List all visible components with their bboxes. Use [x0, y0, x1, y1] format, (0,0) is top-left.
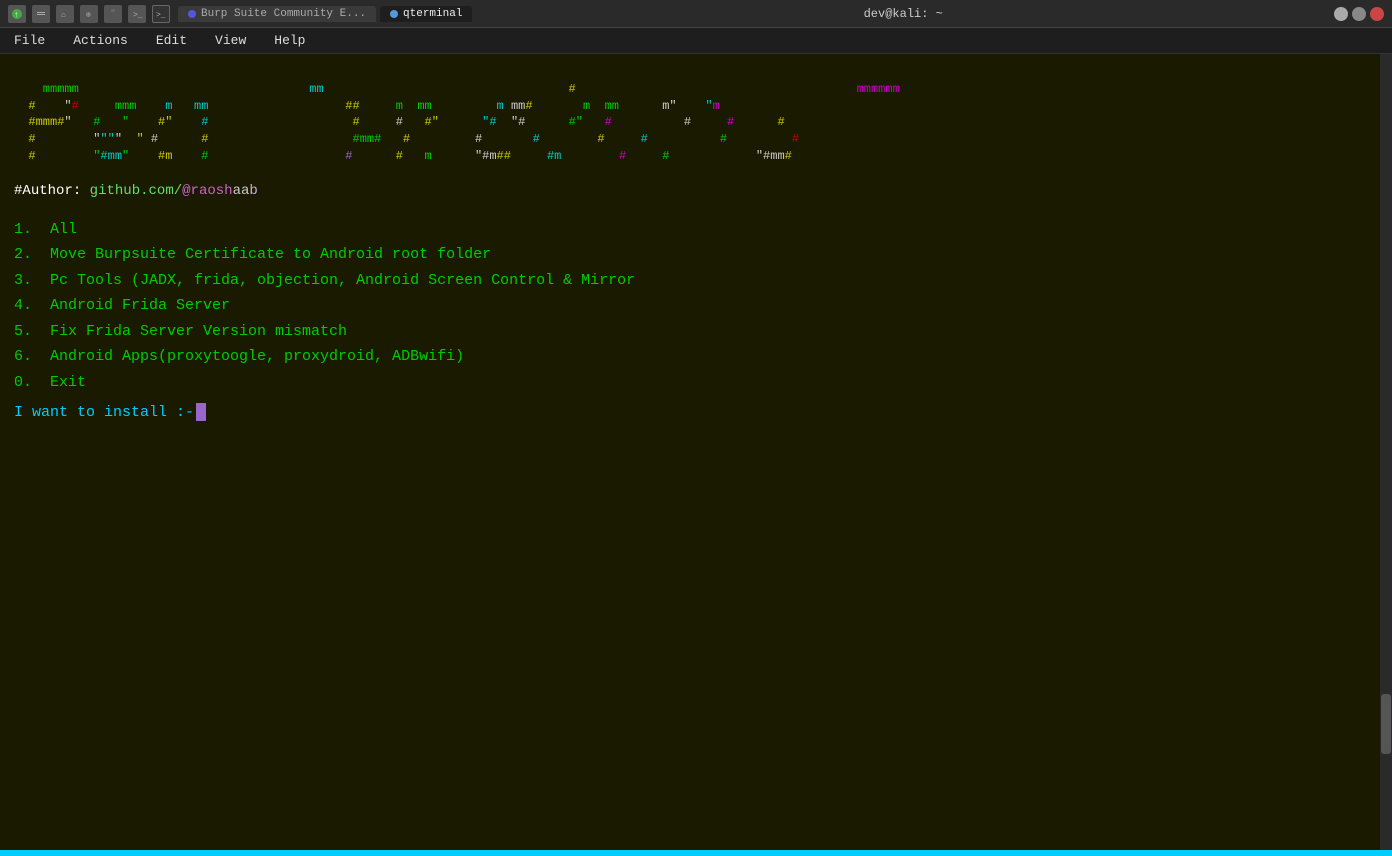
- menu-item-1: 2. Move Burpsuite Certificate to Android…: [14, 246, 491, 263]
- window-icons: ↑ ⌂ ⊕ >_ >_: [8, 5, 170, 23]
- tab-burpsuite[interactable]: Burp Suite Community E...: [178, 6, 376, 22]
- menu-view[interactable]: View: [209, 31, 252, 50]
- svg-text:⊕: ⊕: [86, 11, 91, 20]
- menu-item-0: 1. All: [14, 221, 77, 238]
- tab-bar: Burp Suite Community E... qterminal: [178, 6, 472, 22]
- app-icon-4[interactable]: ⊕: [80, 5, 98, 23]
- menu-item-5: 6. Android Apps(proxytoogle, proxydroid,…: [14, 348, 464, 365]
- title-bar-left: ↑ ⌂ ⊕ >_ >_ Burp Sui: [8, 5, 472, 23]
- prompt-line[interactable]: I want to install :-: [14, 403, 1378, 421]
- app-icon-3[interactable]: ⌂: [56, 5, 74, 23]
- tab-qterminal[interactable]: qterminal: [380, 6, 472, 22]
- title-bar: ↑ ⌂ ⊕ >_ >_ Burp Sui: [0, 0, 1392, 28]
- tab-label-qterminal: qterminal: [403, 8, 462, 20]
- maximize-button[interactable]: [1352, 7, 1366, 21]
- terminal-cursor: [196, 403, 206, 421]
- menu-bar: File Actions Edit View Help: [0, 28, 1392, 54]
- menu-help[interactable]: Help: [268, 31, 311, 50]
- menu-list: 1. All 2. Move Burpsuite Certificate to …: [14, 217, 1378, 396]
- bottom-status-bar: [0, 850, 1392, 856]
- ascii-art-banner: mmmmm mm # mmmmmm # "# mmm m mm ## m mm …: [14, 64, 1378, 165]
- app-icon-1[interactable]: ↑: [8, 5, 26, 23]
- app-icon-terminal[interactable]: >_: [152, 5, 170, 23]
- tab-dot-qterminal: [390, 10, 398, 18]
- menu-item-3: 4. Android Frida Server: [14, 297, 230, 314]
- menu-item-6: 0. Exit: [14, 374, 86, 391]
- app-icon-5[interactable]: [104, 5, 122, 23]
- tab-label-burpsuite: Burp Suite Community E...: [201, 8, 366, 20]
- menu-item-2: 3. Pc Tools (JADX, frida, objection, And…: [14, 272, 635, 289]
- svg-text:↑: ↑: [14, 11, 19, 20]
- app-icon-2[interactable]: [32, 5, 50, 23]
- window-controls: [1334, 7, 1384, 21]
- author-line: #Author: github.com/@raoshaab: [14, 183, 1378, 199]
- menu-edit[interactable]: Edit: [150, 31, 193, 50]
- terminal-area[interactable]: mmmmm mm # mmmmmm # "# mmm m mm ## m mm …: [0, 54, 1392, 856]
- tab-dot-burpsuite: [188, 10, 196, 18]
- svg-text:>_: >_: [133, 11, 143, 20]
- menu-file[interactable]: File: [8, 31, 51, 50]
- menu-actions[interactable]: Actions: [67, 31, 134, 50]
- scrollbar[interactable]: [1380, 54, 1392, 856]
- prompt-text: I want to install :-: [14, 404, 194, 421]
- svg-text:⌂: ⌂: [61, 11, 66, 20]
- minimize-button[interactable]: [1334, 7, 1348, 21]
- menu-item-4: 5. Fix Frida Server Version mismatch: [14, 323, 347, 340]
- svg-text:>_: >_: [156, 11, 166, 20]
- close-button[interactable]: [1370, 7, 1384, 21]
- window-title: dev@kali: ~: [864, 7, 943, 21]
- app-icon-6[interactable]: >_: [128, 5, 146, 23]
- scrollbar-thumb[interactable]: [1381, 694, 1391, 754]
